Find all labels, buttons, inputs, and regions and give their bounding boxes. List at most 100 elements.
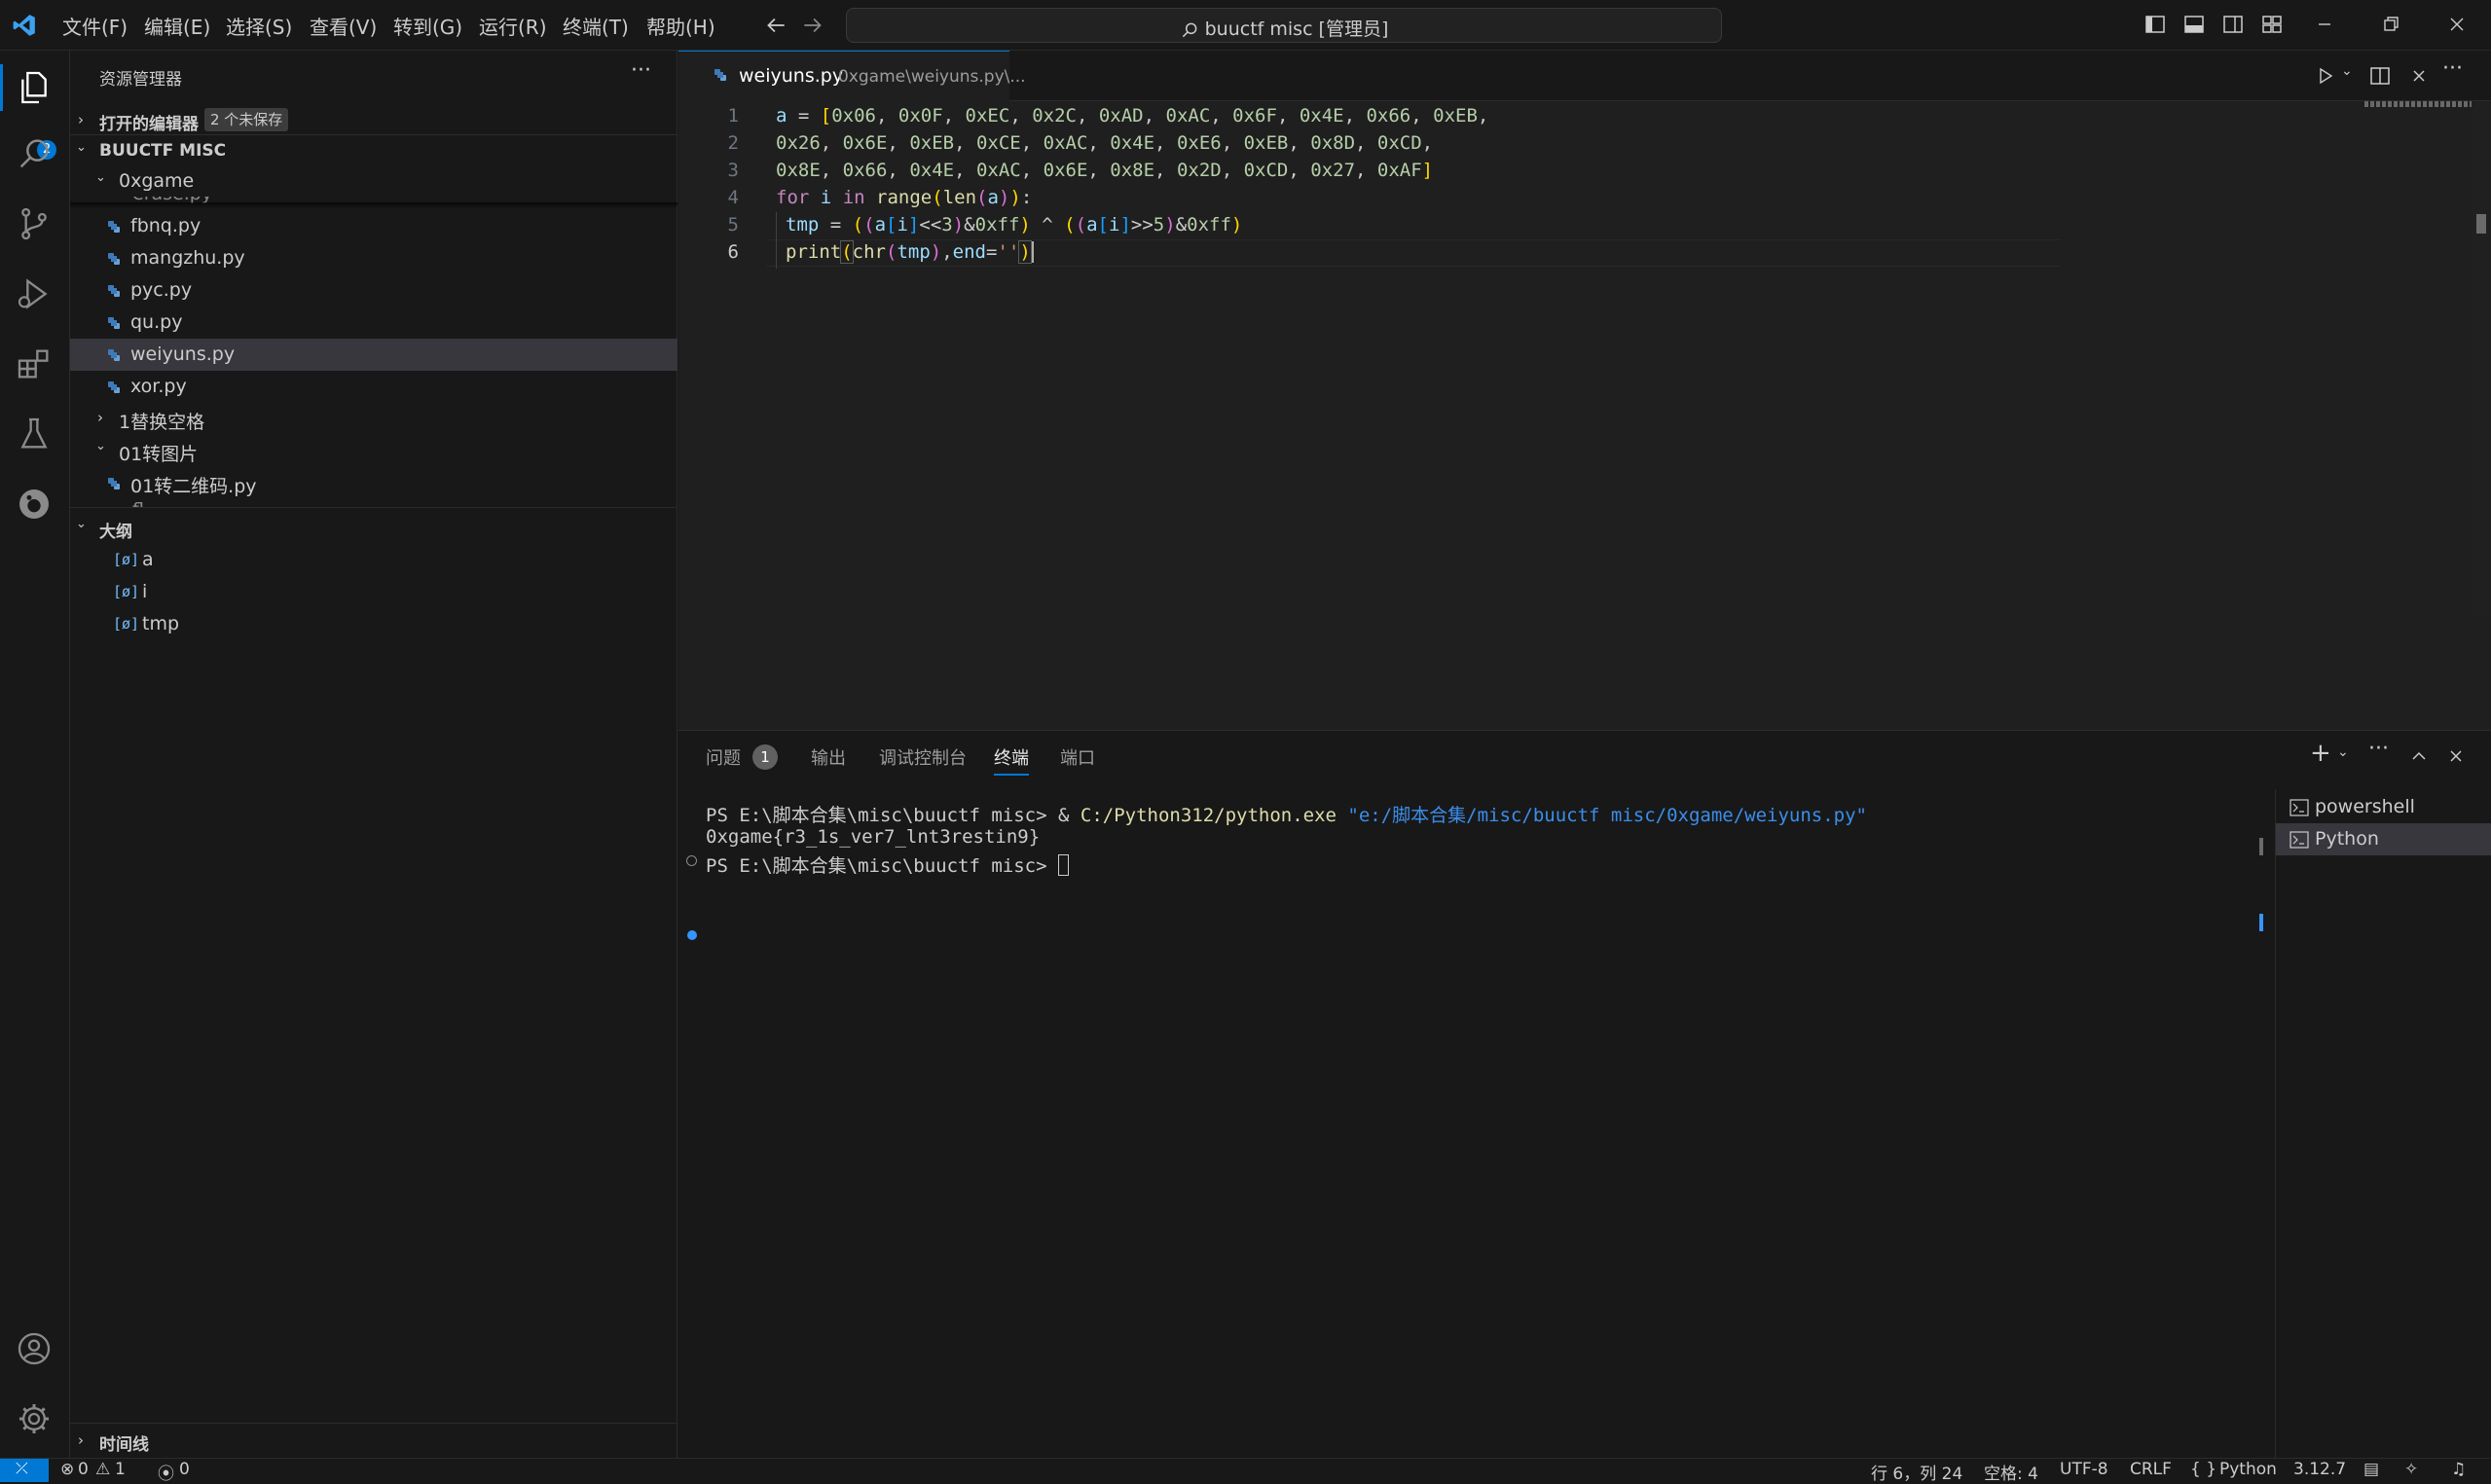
file-xor[interactable]: xor.py <box>70 371 678 403</box>
terminal-output-flag: 0xgame{r3_1s_ver7_lnt3restin9} <box>706 826 1041 848</box>
python-version[interactable]: 3.12.7 <box>2293 1460 2346 1479</box>
toggle-primary-sidebar-icon[interactable] <box>2143 13 2167 36</box>
menu-file[interactable]: 文件(F) <box>62 12 128 40</box>
run-debug-icon[interactable] <box>15 274 54 313</box>
back-arrow-icon[interactable] <box>763 13 788 38</box>
tab-debug-console[interactable]: 调试控制台 <box>879 744 967 770</box>
restore-icon[interactable] <box>2379 13 2402 36</box>
unsaved-badge: 2 个未保存 <box>204 108 289 131</box>
file-01-to-qrcode[interactable]: 01转二维码.py <box>70 467 678 499</box>
remote-explorer-icon[interactable] <box>15 485 54 524</box>
editor-tab-weiyuns[interactable]: weiyuns.py 0xgame\weiyuns.py\... <box>678 51 1026 101</box>
chevron-down-icon[interactable]: ⌄ <box>2341 63 2353 79</box>
tab-output[interactable]: 输出 <box>811 744 846 770</box>
explorer-icon[interactable] <box>15 68 54 107</box>
file-label: mangzhu.py <box>130 247 245 269</box>
menu-help[interactable]: 帮助(H) <box>646 12 715 40</box>
terminal-list: powershell Python <box>2275 789 2491 1459</box>
more-actions-icon[interactable]: ··· <box>631 58 651 83</box>
terminal-exe: C:/Python312/python.exe <box>1080 805 1337 826</box>
file-lock-icon[interactable]: ▤ <box>2363 1460 2379 1479</box>
copilot-icon[interactable]: ✧ <box>2404 1460 2418 1479</box>
minimap[interactable] <box>2364 101 2472 107</box>
open-editors-header[interactable]: › 打开的编辑器 2 个未保存 <box>70 104 678 136</box>
chevron-down-icon: ⌄ <box>76 140 87 155</box>
close-panel-icon[interactable] <box>2444 744 2468 768</box>
customize-layout-icon[interactable] <box>2260 13 2284 36</box>
outline-symbol[interactable]: [ø] tmp <box>70 608 678 640</box>
new-terminal-icon[interactable]: + <box>2310 739 2331 768</box>
tab-terminal-active[interactable]: 终端 <box>994 744 1029 770</box>
line-number: 2 <box>727 132 739 154</box>
terminal-scrollbar[interactable] <box>2255 789 2269 1459</box>
extensions-icon[interactable] <box>15 344 54 383</box>
file-label: weiyuns.py <box>130 344 236 365</box>
menu-selection[interactable]: 选择(S) <box>226 12 292 40</box>
terminal-view[interactable]: PS E:\脚本合集\misc\buuctf misc> & C:/Python… <box>678 789 2255 1459</box>
file-mangzhu[interactable]: mangzhu.py <box>70 242 678 274</box>
terminal-prompt: PS E:\脚本合集\misc\buuctf misc> <box>706 855 1058 877</box>
command-center[interactable]: buuctf misc [管理员] <box>846 8 1722 43</box>
folder-label: 1替换空格 <box>119 412 205 433</box>
menu-edit[interactable]: 编辑(E) <box>144 12 210 40</box>
code-line-6: print(chr(tmp),end='') <box>786 240 1034 264</box>
chevron-down-icon[interactable]: ⌄ <box>2337 744 2349 760</box>
more-actions-icon[interactable]: ··· <box>2442 56 2463 81</box>
minimize-icon[interactable] <box>2313 13 2336 36</box>
workspace-header[interactable]: ⌄ BUUCTF MISC <box>70 135 678 167</box>
source-control-icon[interactable] <box>15 204 54 243</box>
encoding[interactable]: UTF-8 <box>2060 1460 2108 1479</box>
terminal-item-powershell[interactable]: powershell <box>2276 791 2491 823</box>
outline-symbol[interactable]: [ø] a <box>70 544 678 576</box>
accounts-icon[interactable] <box>15 1329 54 1368</box>
remote-indicator[interactable]: ⤫ <box>0 1459 49 1482</box>
tab-ports[interactable]: 端口 <box>1060 744 1095 770</box>
run-python-file-icon[interactable] <box>2314 64 2337 88</box>
file-qu[interactable]: qu.py <box>70 307 678 339</box>
file-pyc[interactable]: pyc.py <box>70 274 678 307</box>
command-decoration-icon[interactable] <box>686 855 697 866</box>
terminal-line-1: PS E:\脚本合集\misc\buuctf misc> & C:/Python… <box>706 801 1867 827</box>
editor-scrollbar-track[interactable] <box>2472 101 2491 617</box>
editor-scrollbar-thumb[interactable] <box>2476 214 2486 234</box>
menu-go[interactable]: 转到(G) <box>393 12 462 40</box>
maximize-panel-icon[interactable] <box>2407 744 2431 768</box>
menu-view[interactable]: 查看(V) <box>310 12 377 40</box>
close-editor-icon[interactable] <box>2407 64 2431 88</box>
line-ending[interactable]: CRLF <box>2130 1460 2172 1479</box>
outline-header[interactable]: ⌄ 大纲 <box>70 512 678 544</box>
terminal-item-python-selected[interactable]: Python <box>2276 823 2491 855</box>
symbol-label: tmp <box>142 613 180 634</box>
indentation[interactable]: 空格: 4 <box>1984 1460 2038 1484</box>
split-editor-icon[interactable] <box>2368 64 2392 88</box>
scrolled-file-partial[interactable]: fl <box>70 499 678 507</box>
close-window-icon[interactable] <box>2445 13 2469 36</box>
menu-run[interactable]: 运行(R) <box>479 12 547 40</box>
toggle-panel-icon[interactable] <box>2182 13 2206 36</box>
line-number: 3 <box>727 160 739 181</box>
tab-problems[interactable]: 问题 <box>706 744 741 770</box>
outline-symbol[interactable]: [ø] i <box>70 576 678 608</box>
vscode-logo-icon <box>13 15 35 36</box>
command-decoration-dot-icon[interactable] <box>687 930 697 940</box>
manage-gear-icon[interactable] <box>15 1399 54 1438</box>
search-icon[interactable] <box>15 134 54 173</box>
folder-0xgame[interactable]: ⌄ 0xgame <box>70 167 678 197</box>
cursor-position[interactable]: 行 6，列 24 <box>1871 1460 1962 1484</box>
language-mode[interactable]: Python <box>2219 1460 2277 1479</box>
code-editor[interactable]: 1 2 3 4 5 6 a = [0x06, 0x0F, 0xEC, 0x2C,… <box>678 101 2491 730</box>
toggle-secondary-sidebar-icon[interactable] <box>2221 13 2245 36</box>
remote-icon: ⤫ <box>16 1459 28 1477</box>
file-fbnq[interactable]: fbnq.py <box>70 210 678 242</box>
folder-replace-space[interactable]: › 1替换空格 <box>70 403 678 435</box>
scroll-shadow <box>70 202 678 208</box>
forward-arrow-icon[interactable] <box>800 13 825 38</box>
python-file-icon <box>108 221 120 233</box>
timeline-header[interactable]: › 时间线 <box>70 1425 678 1457</box>
testing-flask-icon[interactable] <box>15 415 54 453</box>
folder-01-to-image[interactable]: ⌄ 01转图片 <box>70 435 678 467</box>
menu-terminal[interactable]: 终端(T) <box>563 12 629 40</box>
file-weiyuns-selected[interactable]: weiyuns.py <box>70 339 678 371</box>
notifications-bell-icon[interactable]: ♫ <box>2451 1460 2466 1479</box>
more-actions-icon[interactable]: ··· <box>2368 737 2389 761</box>
